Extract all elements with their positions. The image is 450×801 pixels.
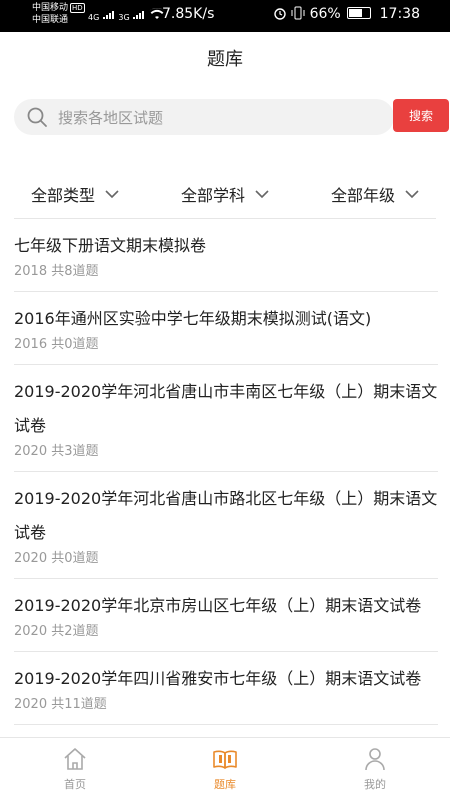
book-icon: [213, 750, 237, 769]
list-item[interactable]: 七年级下册语文期末模拟卷 2018 共8道题: [14, 219, 438, 292]
search-icon: [27, 107, 47, 127]
status-right: 66% 17:38: [273, 6, 420, 22]
filter-grade[interactable]: 全部年级: [300, 170, 450, 218]
status-bar: 中国移动 HD 中国联通 4G 3G 7.85K/s 66% 17:38: [0, 0, 450, 32]
list-item[interactable]: 2019-2020学年河北省唐山市丰南区七年级（上）期末语文试卷 2020 共3…: [14, 365, 438, 472]
vibrate-icon: [291, 6, 305, 20]
list-item[interactable]: 2016年通州区实验中学七年级期末模拟测试(语文) 2016 共0道题: [14, 292, 438, 365]
carrier-info: 中国移动 HD 中国联通: [32, 2, 85, 26]
item-meta: 2020 共11道题: [14, 697, 107, 712]
exam-list: 七年级下册语文期末模拟卷 2018 共8道题 2016年通州区实验中学七年级期末…: [14, 219, 438, 725]
item-meta: 2016 共0道题: [14, 337, 99, 352]
filter-subject-label: 全部学科: [180, 186, 245, 205]
search-button[interactable]: 搜索: [393, 99, 449, 132]
nav-home-label: 首页: [64, 778, 86, 791]
item-title: 2019-2020学年四川省雅安市七年级（上）期末语文试卷: [14, 669, 422, 688]
alarm-icon: [274, 8, 286, 20]
signal-icon: 4G 3G: [88, 7, 165, 22]
list-item[interactable]: 2019-2020学年河北省唐山市路北区七年级（上）期末语文试卷 2020 共0…: [14, 472, 438, 579]
hd-badge: HD: [70, 3, 85, 13]
nav-question-bank[interactable]: 题库: [150, 738, 300, 801]
nav-profile-label: 我的: [364, 778, 386, 791]
user-icon: [365, 748, 385, 771]
item-meta: 2020 共2道题: [14, 624, 99, 639]
bottom-nav: 首页 题库 我的: [0, 737, 450, 801]
item-title: 2016年通州区实验中学七年级期末模拟测试(语文): [14, 309, 372, 328]
item-title: 2019-2020学年河北省唐山市丰南区七年级（上）期末语文试卷: [14, 382, 438, 435]
search-bar[interactable]: [14, 99, 394, 135]
battery-percent: 66%: [309, 6, 341, 22]
nav-question-bank-label: 题库: [214, 778, 236, 791]
filter-grade-label: 全部年级: [330, 186, 395, 205]
item-meta: 2018 共8道题: [14, 264, 99, 279]
network-speed: 7.85K/s: [162, 6, 215, 22]
filter-type[interactable]: 全部类型: [0, 170, 150, 218]
filter-bar: 全部类型 全部学科 全部年级: [0, 170, 450, 218]
item-title: 七年级下册语文期末模拟卷: [14, 236, 207, 255]
carrier-1: 中国移动: [32, 3, 69, 13]
carrier-2: 中国联通: [32, 15, 69, 25]
item-title: 2019-2020学年河北省唐山市路北区七年级（上）期末语文试卷: [14, 489, 438, 542]
network-type-2: 3G: [118, 13, 130, 22]
item-title: 2019-2020学年北京市房山区七年级（上）期末语文试卷: [14, 596, 422, 615]
filter-type-label: 全部类型: [30, 186, 95, 205]
app-header: 题库: [0, 32, 450, 88]
battery-icon: [347, 7, 372, 19]
chevron-down-icon: [255, 189, 269, 198]
clock: 17:38: [379, 6, 420, 22]
list-item[interactable]: 2019-2020学年北京市房山区七年级（上）期末语文试卷 2020 共2道题: [14, 579, 438, 652]
chevron-down-icon: [105, 189, 119, 198]
item-meta: 2020 共0道题: [14, 551, 99, 566]
chevron-down-icon: [405, 189, 419, 198]
search-input[interactable]: [56, 103, 390, 133]
page-title: 题库: [207, 49, 243, 70]
list-item[interactable]: 2019-2020学年四川省雅安市七年级（上）期末语文试卷 2020 共11道题: [14, 652, 438, 725]
home-icon: [64, 748, 86, 770]
item-meta: 2020 共3道题: [14, 444, 99, 459]
network-type: 4G: [88, 13, 100, 22]
nav-profile[interactable]: 我的: [300, 738, 450, 801]
filter-subject[interactable]: 全部学科: [150, 170, 300, 218]
nav-home[interactable]: 首页: [0, 738, 150, 801]
